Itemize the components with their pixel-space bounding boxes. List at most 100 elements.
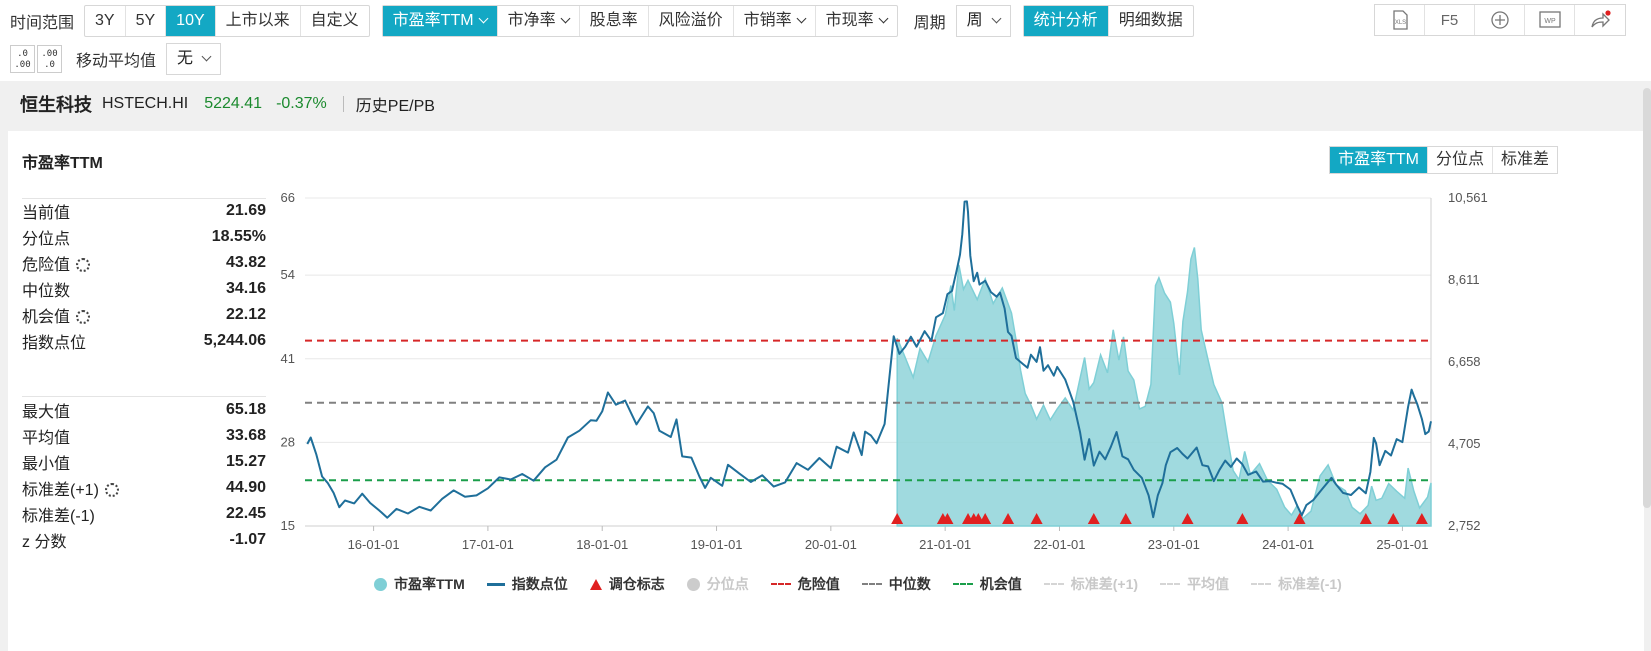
metric-button-label: 市净率 [507, 12, 556, 29]
vertical-scrollbar[interactable] [1643, 88, 1651, 508]
pe-ttm-area [896, 247, 1432, 527]
metric-button-label: 风险溢价 [658, 12, 723, 29]
x-tick-label: 24-01-01 [1262, 537, 1314, 552]
metric-button[interactable]: 市销率 [734, 6, 816, 36]
legend-swatch [770, 583, 791, 585]
export-wp-button[interactable]: WP [1525, 5, 1575, 35]
view-button[interactable]: 明细数据 [1109, 6, 1193, 36]
legend-swatch [589, 578, 602, 590]
metric-button[interactable]: 市净率 [498, 6, 580, 36]
y-right-tick-label: 10,561 [1448, 190, 1488, 205]
wp-doc-icon: WP [1538, 11, 1561, 28]
time-range-button[interactable]: 5Y [126, 6, 167, 36]
chart-legend: 市盈率TTM 指数点位 调仓标志 分位点 危险值 中位数 机会值 标准差(+1) 平均值 标准差(… [374, 574, 1364, 594]
share-button[interactable] [1575, 5, 1625, 35]
plus-circle-icon [1490, 11, 1509, 29]
legend-label: 指数点位 [511, 576, 568, 592]
chevron-down-icon [201, 51, 212, 62]
legend-swatch [1251, 583, 1272, 585]
f5-label: F5 [1440, 11, 1459, 29]
y-right-tick-label: 6,658 [1448, 354, 1481, 369]
index-code: HSTECH.HI [102, 95, 189, 112]
period-value: 周 [966, 12, 983, 29]
refresh-f5-button[interactable]: F5 [1425, 5, 1475, 35]
metric-button-label: 市盈率TTM [392, 12, 474, 29]
legend-item[interactable]: 机会值 [952, 574, 1022, 594]
legend-item[interactable]: 指数点位 [486, 574, 568, 594]
y-left-tick-label: 28 [281, 434, 295, 449]
toolbar-row-1: 时间范围 3Y 5Y 10Y 上市以来 自定义 市盈率TTM 市净率 股息率 风险溢价 市销率市… [10, 4, 1206, 38]
add-button[interactable] [1475, 5, 1525, 35]
view-button[interactable]: 统计分析 [1023, 6, 1109, 36]
right-tools: XLS F5 WP [1374, 4, 1626, 36]
time-range-button-label: 上市以来 [225, 12, 290, 29]
share-icon [1591, 10, 1611, 28]
metric-button-label: 股息率 [589, 12, 638, 29]
time-range-button-label: 自定义 [310, 12, 359, 29]
index-header: 恒生科技 HSTECH.HI 5224.41 -0.37% 历史PE/PB [0, 81, 1651, 127]
header-divider [342, 96, 344, 112]
time-range-button[interactable]: 3Y [85, 6, 126, 36]
legend-label: 标准差(-1) [1278, 576, 1342, 592]
metric-button[interactable]: 市盈率TTM [382, 6, 498, 36]
y-right-tick-label: 2,752 [1448, 518, 1481, 533]
decrease-decimal-button[interactable]: .00.0 [37, 45, 62, 73]
chevron-down-icon [478, 13, 489, 24]
time-range-button[interactable]: 自定义 [301, 6, 369, 36]
x-tick-label: 18-01-01 [576, 537, 628, 552]
period-select[interactable]: 周 [955, 5, 1011, 37]
increase-decimal-button[interactable]: .0.00 [10, 45, 35, 73]
legend-label: 调仓标志 [608, 576, 665, 592]
period-label: 周期 [913, 15, 946, 32]
x-tick-label: 21-01-01 [919, 537, 971, 552]
legend-label: 中位数 [888, 576, 931, 592]
view-button-label: 统计分析 [1033, 12, 1098, 29]
time-range-label: 时间范围 [10, 15, 75, 32]
time-range-button-label: 5Y [135, 12, 156, 29]
chevron-down-icon [560, 13, 571, 24]
legend-swatch [486, 582, 505, 586]
legend-swatch [686, 577, 700, 591]
x-tick-label: 22-01-01 [1033, 537, 1085, 552]
legend-label: 市盈率TTM [394, 576, 465, 592]
legend-item[interactable]: 标准差(+1) [1043, 574, 1138, 594]
toolbar-row-2: .0.00 .00.0 移动平均值 无 [10, 42, 233, 76]
chevron-down-icon [991, 13, 1002, 24]
x-tick-label: 16-01-01 [348, 537, 400, 552]
legend-item[interactable]: 分位点 [686, 574, 749, 594]
metric-button-label: 市现率 [825, 12, 874, 29]
legend-item[interactable]: 危险值 [770, 574, 840, 594]
time-range-button[interactable]: 上市以来 [216, 6, 301, 36]
svg-text:XLS: XLS [1394, 20, 1405, 26]
time-range-button-label: 10Y [176, 12, 205, 29]
x-tick-label: 17-01-01 [462, 537, 514, 552]
legend-label: 机会值 [979, 576, 1022, 592]
valuation-type: 历史PE/PB [355, 98, 435, 115]
legend-item[interactable]: 调仓标志 [589, 574, 665, 594]
metric-group: 市盈率TTM 市净率 股息率 风险溢价 市销率 市现率 [381, 5, 898, 37]
moving-average-select[interactable]: 无 [166, 43, 222, 75]
legend-label: 平均值 [1187, 576, 1230, 592]
legend-swatch [1160, 583, 1181, 585]
view-group: 统计分析 明细数据 [1022, 5, 1194, 37]
export-xls-button[interactable]: XLS [1375, 5, 1425, 35]
legend-label: 分位点 [706, 576, 749, 592]
time-range-button[interactable]: 10Y [166, 6, 216, 36]
pe-chart: 15 28 41 54 66 2,752 4,705 6,658 8,611 10,561 16-0… [281, 190, 1488, 552]
legend-item[interactable]: 标准差(-1) [1251, 574, 1342, 594]
legend-item[interactable]: 中位数 [861, 574, 931, 594]
legend-swatch [861, 583, 882, 585]
index-name: 恒生科技 [20, 95, 92, 115]
metric-button[interactable]: 股息率 [580, 6, 649, 36]
metric-button[interactable]: 风险溢价 [649, 6, 734, 36]
legend-item[interactable]: 市盈率TTM [374, 574, 465, 594]
index-price: 5224.41 [204, 95, 263, 112]
legend-label: 危险值 [797, 576, 840, 592]
svg-text:WP: WP [1544, 18, 1556, 25]
legend-item[interactable]: 平均值 [1160, 574, 1229, 594]
metric-button[interactable]: 市现率 [816, 6, 897, 36]
metric-button-label: 市销率 [743, 12, 792, 29]
toolbar: 时间范围 3Y 5Y 10Y 上市以来 自定义 市盈率TTM 市净率 股息率 风险溢价 市销率市… [0, 0, 1651, 88]
index-change: -0.37% [276, 95, 327, 112]
x-tick-label: 19-01-01 [691, 537, 743, 552]
